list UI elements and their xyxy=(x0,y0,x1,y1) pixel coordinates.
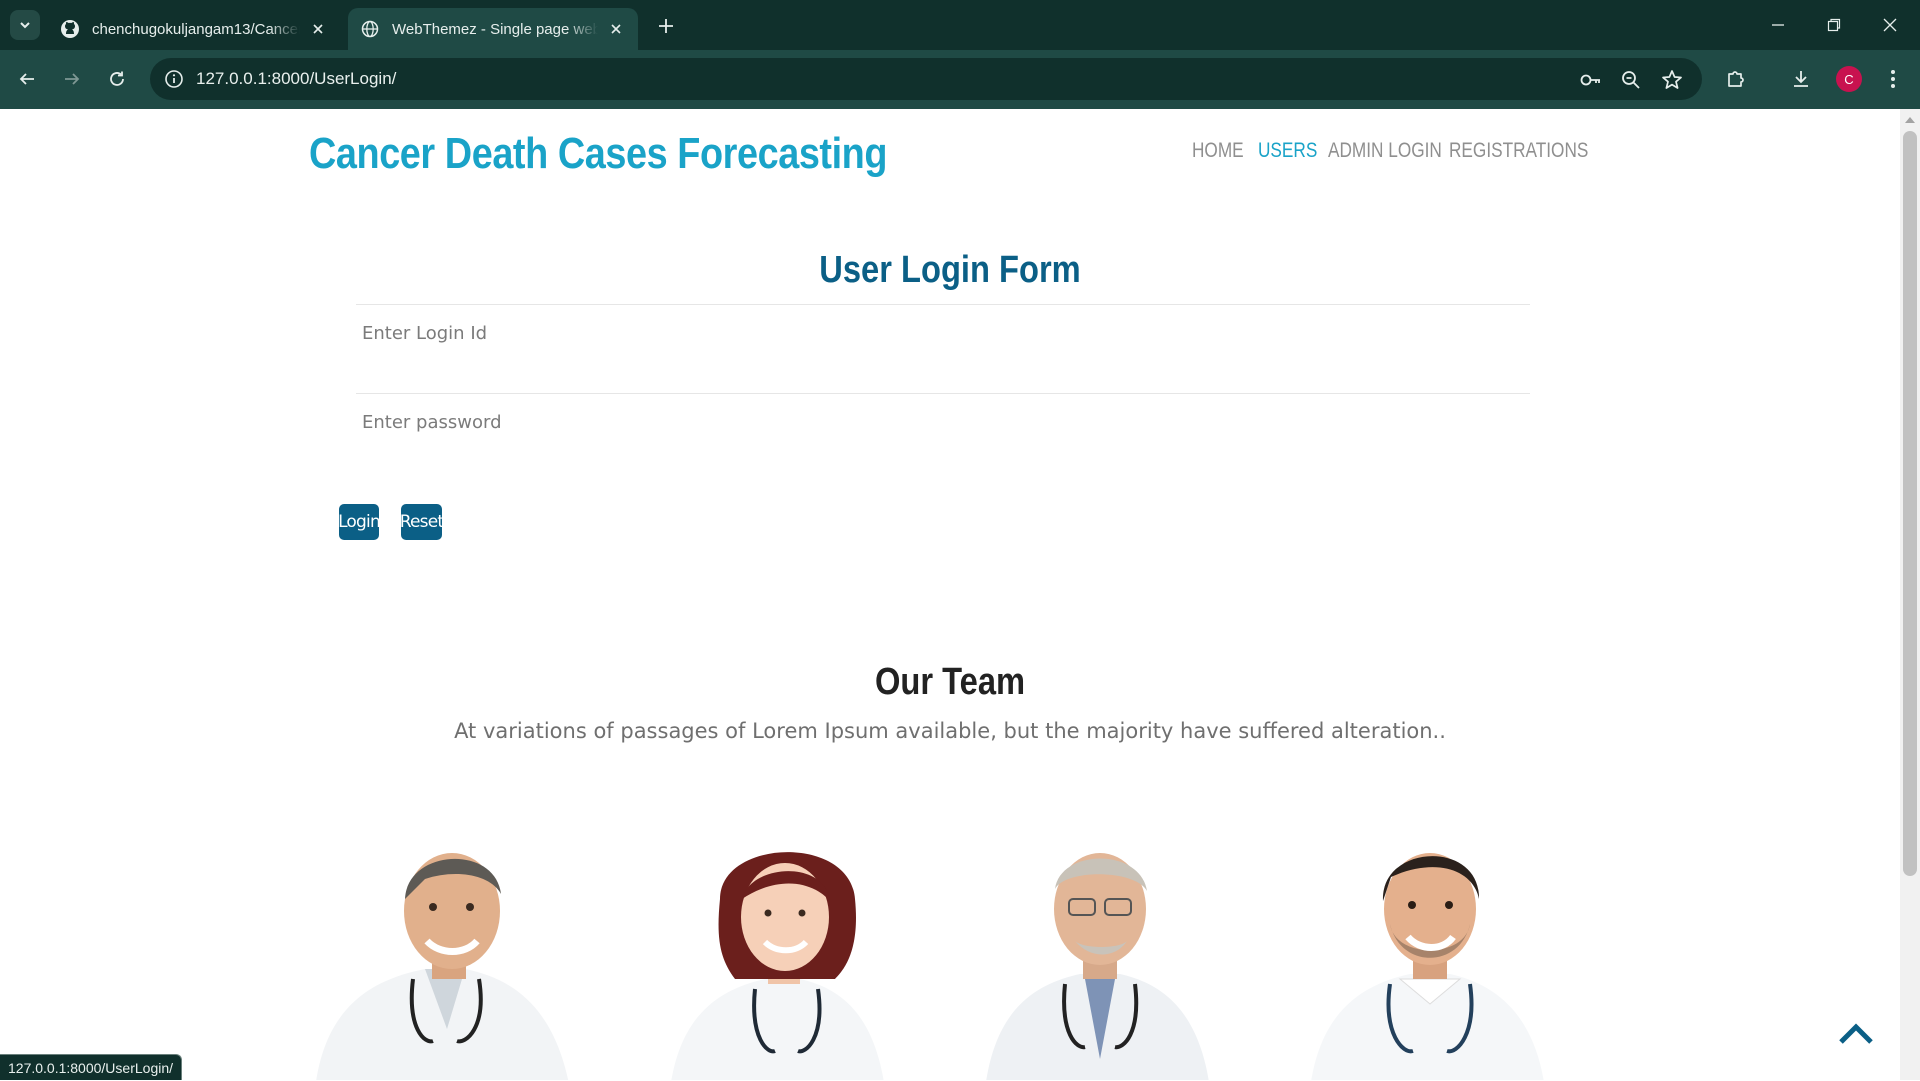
reset-button[interactable]: Reset xyxy=(400,504,444,540)
tab-title: WebThemez - Single page website xyxy=(392,20,598,38)
globe-icon xyxy=(360,19,380,39)
scrollbar-thumb[interactable] xyxy=(1903,131,1917,876)
tab-webthemez[interactable]: WebThemez - Single page website xyxy=(348,8,638,50)
bookmark-star-icon[interactable] xyxy=(1659,67,1685,93)
browser-tab-strip: chenchugokuljangam13/Cancer WebThemez - … xyxy=(0,0,1920,50)
menu-kebab-icon[interactable] xyxy=(1878,64,1908,94)
arrow-right-icon xyxy=(65,73,80,85)
extensions-icon[interactable] xyxy=(1721,64,1751,94)
password-input[interactable] xyxy=(356,394,1530,445)
nav-home[interactable]: HOME xyxy=(1192,139,1246,163)
status-bar-url: 127.0.0.1:8000/UserLogin/ xyxy=(0,1054,183,1080)
login-button[interactable]: Login xyxy=(338,504,381,540)
team-subtitle: At variations of passages of Lorem Ipsum… xyxy=(454,719,1446,743)
site-brand[interactable]: Cancer Death Cases Forecasting xyxy=(309,129,887,179)
login-id-input[interactable] xyxy=(356,305,1530,356)
close-tab-icon[interactable] xyxy=(308,19,328,39)
scroll-up-arrow[interactable] xyxy=(1905,117,1915,123)
restore-icon xyxy=(1827,18,1841,32)
team-title: Our Team xyxy=(874,661,1026,703)
nav-registrations[interactable]: REGISTRATIONS xyxy=(1449,139,1588,163)
chevron-up-icon xyxy=(1839,1023,1873,1044)
site-info-icon[interactable] xyxy=(162,67,186,91)
close-window-button[interactable] xyxy=(1870,8,1910,42)
tab-github[interactable]: chenchugokuljangam13/Cancer xyxy=(48,8,340,50)
team-member-photo xyxy=(965,829,1235,1080)
team-member-photo xyxy=(650,829,920,1080)
password-field xyxy=(356,393,1530,445)
minimize-icon xyxy=(1772,24,1784,26)
login-form-title: User Login Form xyxy=(819,249,1081,291)
url-text: 127.0.0.1:8000/UserLogin/ xyxy=(196,69,397,88)
nav-users[interactable]: USERS xyxy=(1258,139,1317,163)
team-member-photo xyxy=(315,829,585,1080)
scroll-to-top-button[interactable] xyxy=(1838,1019,1874,1047)
back-button[interactable] xyxy=(10,62,44,96)
chevron-down-icon xyxy=(20,22,30,29)
close-icon xyxy=(1883,18,1897,32)
profile-avatar[interactable]: C xyxy=(1836,66,1862,92)
page-scrollbar[interactable] xyxy=(1900,109,1920,1080)
nav-admin-login[interactable]: ADMIN LOGIN xyxy=(1328,139,1442,163)
arrow-left-icon xyxy=(19,73,34,85)
main-nav: HOME USERS ADMIN LOGIN REGISTRATIONS xyxy=(1192,139,1588,163)
restore-button[interactable] xyxy=(1814,8,1854,42)
key-icon[interactable] xyxy=(1578,67,1604,93)
plus-icon xyxy=(659,19,673,33)
github-icon xyxy=(60,19,80,39)
browser-toolbar: 127.0.0.1:8000/UserLogin/ C xyxy=(0,50,1920,109)
tab-search-button[interactable] xyxy=(10,10,40,40)
close-tab-icon[interactable] xyxy=(606,19,626,39)
team-member-photo xyxy=(1295,829,1565,1080)
reload-button[interactable] xyxy=(100,62,134,96)
new-tab-button[interactable] xyxy=(652,12,680,40)
address-bar[interactable]: 127.0.0.1:8000/UserLogin/ xyxy=(150,58,1702,100)
download-icon[interactable] xyxy=(1786,64,1816,94)
reload-icon xyxy=(110,71,124,86)
forward-button[interactable] xyxy=(55,62,89,96)
page-viewport: Cancer Death Cases Forecasting HOME USER… xyxy=(0,109,1900,1080)
tab-title: chenchugokuljangam13/Cancer xyxy=(92,20,300,38)
login-id-field xyxy=(356,304,1530,356)
minimize-button[interactable] xyxy=(1758,8,1798,42)
zoom-icon[interactable] xyxy=(1618,67,1644,93)
